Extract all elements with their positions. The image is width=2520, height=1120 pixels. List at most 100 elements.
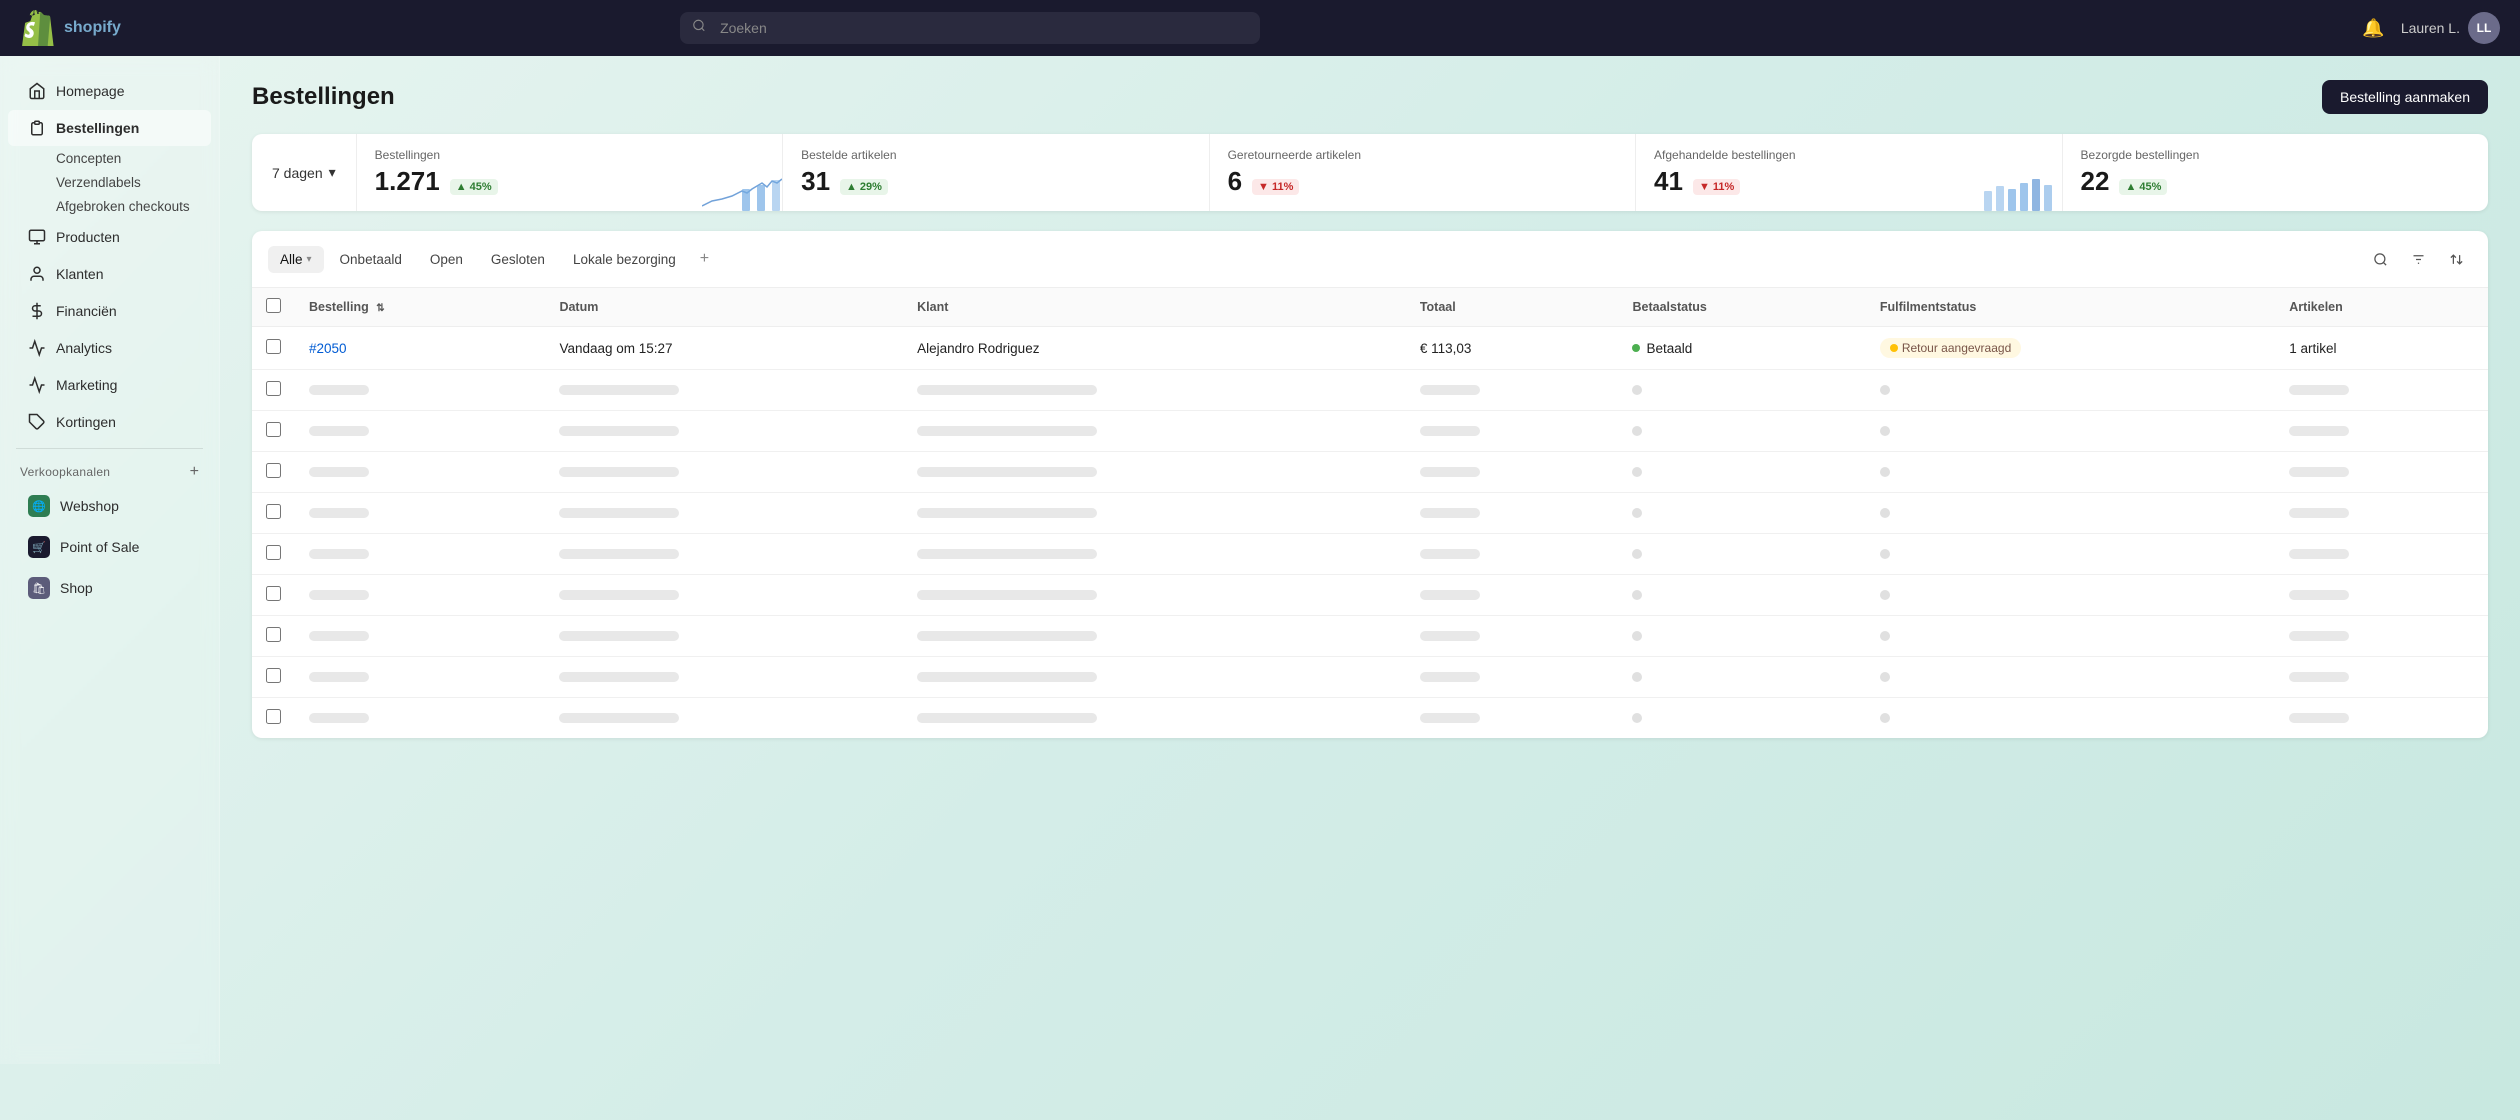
discounts-icon <box>28 413 46 431</box>
add-channel-button[interactable]: + <box>190 463 199 481</box>
row-checkbox[interactable] <box>266 586 281 601</box>
sidebar-item-klanten[interactable]: Klanten <box>8 256 211 292</box>
sidebar-item-concepten[interactable]: Concepten <box>8 147 211 170</box>
stat-bezorgd-badge: ▲ 45% <box>2119 179 2167 195</box>
shop-icon: 🛍 <box>28 577 50 599</box>
cell-bestelling[interactable]: #2050 <box>295 327 545 370</box>
filter-button[interactable] <box>2402 243 2434 275</box>
add-tab-button[interactable]: + <box>692 246 717 272</box>
orders-table: Bestelling ⇅ Datum Klant Totaal <box>252 288 2488 738</box>
sidebar-item-afgebroken[interactable]: Afgebroken checkouts <box>8 195 211 218</box>
stat-bezorgd-label: Bezorgde bestellingen <box>2081 148 2470 162</box>
row-checkbox[interactable] <box>266 422 281 437</box>
finance-icon <box>28 302 46 320</box>
sidebar-item-homepage[interactable]: Homepage <box>8 73 211 109</box>
skeleton <box>559 385 679 395</box>
skeleton <box>917 631 1097 641</box>
row-checkbox[interactable] <box>266 668 281 683</box>
stats-bar: 7 dagen ▾ Bestellingen 1.271 ▲ 45% <box>252 134 2488 211</box>
period-chevron-icon: ▾ <box>329 164 336 181</box>
create-order-button[interactable]: Bestelling aanmaken <box>2322 80 2488 114</box>
orders-icon <box>28 119 46 137</box>
skeleton <box>1632 426 1642 436</box>
cell-artikelen: 1 artikel <box>2275 327 2488 370</box>
table-row[interactable]: #2050 Vandaag om 15:27 Alejandro Rodrigu… <box>252 327 2488 370</box>
select-all-header[interactable] <box>252 288 295 327</box>
table-row <box>252 493 2488 534</box>
skeleton <box>1632 385 1642 395</box>
table-row <box>252 657 2488 698</box>
skeleton <box>309 631 369 641</box>
search-input[interactable] <box>680 12 1260 44</box>
tab-lokale-bezorging[interactable]: Lokale bezorging <box>561 246 688 273</box>
row-checkbox[interactable] <box>266 545 281 560</box>
stat-bestellingen-value: 1.271 <box>375 166 440 197</box>
sidebar-item-marketing[interactable]: Marketing <box>8 367 211 403</box>
up-arrow-icon: ▲ <box>456 181 467 193</box>
cell-datum: Vandaag om 15:27 <box>545 327 903 370</box>
badge-dot <box>1890 344 1898 352</box>
skeleton <box>917 672 1097 682</box>
skeleton <box>1420 467 1480 477</box>
skeleton <box>1632 631 1642 641</box>
sidebar-divider <box>16 448 203 449</box>
sidebar-item-analytics[interactable]: Analytics <box>8 330 211 366</box>
col-header-fulfilmentstatus: Fulfilmentstatus <box>1866 288 2275 327</box>
user-menu[interactable]: Lauren L. LL <box>2401 12 2500 44</box>
sidebar-item-point-of-sale[interactable]: 🛒 Point of Sale <box>8 527 211 567</box>
logo-text: shopify <box>64 19 121 37</box>
col-header-betaalstatus: Betaalstatus <box>1618 288 1865 327</box>
period-selector[interactable]: 7 dagen ▾ <box>252 134 357 211</box>
row-checkbox[interactable] <box>266 627 281 642</box>
sidebar-label-webshop: Webshop <box>60 498 119 514</box>
skeleton <box>559 508 679 518</box>
stat-bestelde-artikelen-label: Bestelde artikelen <box>801 148 1190 162</box>
sidebar-item-webshop[interactable]: 🌐 Webshop <box>8 486 211 526</box>
sort-icon <box>2449 252 2464 267</box>
sort-button[interactable] <box>2440 243 2472 275</box>
filter-icon <box>2411 252 2426 267</box>
skeleton <box>309 508 369 518</box>
sidebar-item-producten[interactable]: Producten <box>8 219 211 255</box>
skeleton <box>917 549 1097 559</box>
col-header-klant: Klant <box>903 288 1406 327</box>
row-checkbox[interactable] <box>266 381 281 396</box>
sidebar-item-financien[interactable]: Financiën <box>8 293 211 329</box>
sidebar-item-verzendlabels[interactable]: Verzendlabels <box>8 171 211 194</box>
cell-betaalstatus: Betaald <box>1618 327 1865 370</box>
page-title: Bestellingen <box>252 83 395 111</box>
skeleton <box>1632 508 1642 518</box>
sidebar-label-marketing: Marketing <box>56 377 117 393</box>
row-checkbox[interactable] <box>266 463 281 478</box>
stat-geretourneerd-label: Geretourneerde artikelen <box>1228 148 1617 162</box>
tab-onbetaald[interactable]: Onbetaald <box>328 246 414 273</box>
select-all-checkbox[interactable] <box>266 298 281 313</box>
search-icon <box>692 19 706 38</box>
search-orders-button[interactable] <box>2364 243 2396 275</box>
toolbar-right <box>2364 243 2472 275</box>
down-arrow-icon: ▼ <box>1258 181 1269 193</box>
sidebar-item-shop[interactable]: 🛍 Shop <box>8 568 211 608</box>
notifications-button[interactable]: 🔔 <box>2362 18 2384 39</box>
row-checkbox[interactable] <box>266 504 281 519</box>
skeleton <box>1880 672 1890 682</box>
col-header-bestelling[interactable]: Bestelling ⇅ <box>295 288 545 327</box>
row-checkbox-cell[interactable] <box>252 327 295 370</box>
skeleton <box>1632 672 1642 682</box>
logo[interactable]: shopify <box>20 10 121 46</box>
sidebar-item-bestellingen[interactable]: Bestellingen <box>8 110 211 146</box>
skeleton <box>559 426 679 436</box>
tab-open[interactable]: Open <box>418 246 475 273</box>
stat-bestellingen: Bestellingen 1.271 ▲ 45% <box>357 134 783 211</box>
row-checkbox[interactable] <box>266 339 281 354</box>
table-toolbar: Alle ▾ Onbetaald Open Gesloten Lokale be… <box>252 231 2488 288</box>
skeleton <box>559 549 679 559</box>
stat-bestelde-artikelen-value: 31 <box>801 166 830 197</box>
tab-gesloten[interactable]: Gesloten <box>479 246 557 273</box>
row-checkbox[interactable] <box>266 709 281 724</box>
sidebar-item-kortingen[interactable]: Kortingen <box>8 404 211 440</box>
stat-afgehandeld: Afgehandelde bestellingen 41 ▼ 11% <box>1636 134 2062 211</box>
skeleton <box>559 672 679 682</box>
tab-alle[interactable]: Alle ▾ <box>268 246 324 273</box>
orders-table-container: Alle ▾ Onbetaald Open Gesloten Lokale be… <box>252 231 2488 738</box>
